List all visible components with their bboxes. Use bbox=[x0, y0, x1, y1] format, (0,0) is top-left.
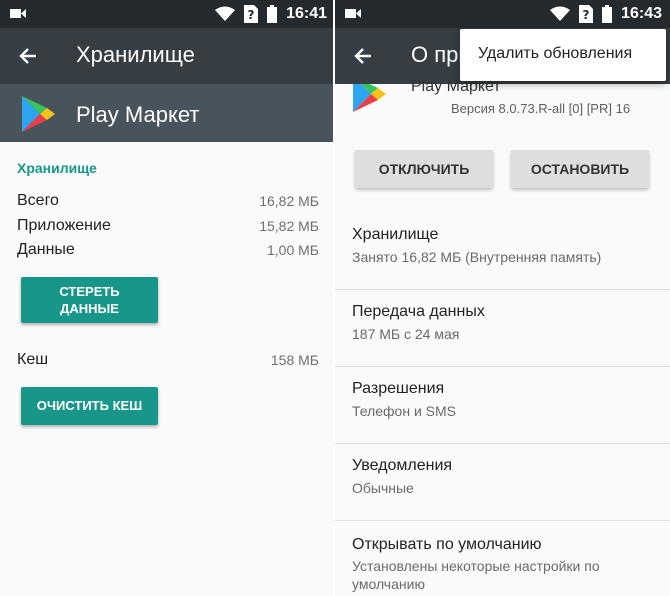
item-title: Открывать по умолчанию bbox=[352, 536, 542, 553]
wifi-icon bbox=[215, 6, 236, 21]
clear-data-button[interactable]: СТЕРЕТЬ ДАННЫЕ bbox=[21, 277, 158, 323]
app-name: Play Маркет bbox=[76, 102, 200, 127]
disable-button[interactable]: ОТКЛЮЧИТЬ bbox=[355, 150, 493, 188]
item-title: Разрешения bbox=[352, 380, 445, 397]
clear-data-label-2: ДАННЫЕ bbox=[60, 301, 119, 316]
item-subtitle: Установлены некоторые настройки по умолч… bbox=[352, 558, 600, 592]
sim-unknown-icon: ? bbox=[579, 5, 594, 23]
battery-icon bbox=[602, 5, 613, 23]
item-title: Передача данных bbox=[352, 303, 485, 320]
status-time: 16:43 bbox=[621, 5, 662, 22]
clear-data-label-1: СТЕРЕТЬ bbox=[59, 284, 120, 299]
item-subtitle: Телефон и SMS bbox=[352, 403, 457, 419]
svg-text:?: ? bbox=[583, 8, 590, 22]
cache-row: Кеш 158 МБ bbox=[17, 351, 319, 373]
storage-row-data: Данные 1,00 МБ bbox=[17, 241, 319, 263]
storage-row-total: Всего 16,82 МБ bbox=[17, 192, 319, 214]
battery-icon bbox=[267, 5, 278, 23]
item-subtitle: Обычные bbox=[352, 480, 414, 496]
storage-screen: ? 16:41 Хранилище Play Маркет Хранилище … bbox=[0, 0, 335, 596]
row-label: Приложение bbox=[17, 217, 111, 234]
app-version: Версия 8.0.73.R-all [0] [PR] 16 bbox=[451, 101, 631, 116]
cache-label: Кеш bbox=[17, 351, 49, 368]
storage-row-app: Приложение 15,82 МБ bbox=[17, 217, 319, 239]
page-title: Хранилище bbox=[76, 42, 195, 67]
app-bar: Хранилище bbox=[0, 28, 335, 84]
video-recording-icon bbox=[345, 9, 361, 18]
overflow-menu: Удалить обновления bbox=[460, 29, 666, 81]
list-item-open-by-default[interactable]: Открывать по умолчанию Установлены некот… bbox=[335, 521, 670, 596]
item-subtitle: 187 МБ с 24 мая bbox=[352, 326, 460, 342]
app-header: Play Маркет bbox=[0, 84, 335, 142]
back-arrow-icon[interactable] bbox=[14, 42, 42, 70]
clear-cache-button[interactable]: ОЧИСТИТЬ КЕШ bbox=[21, 387, 158, 425]
play-market-logo bbox=[351, 84, 387, 114]
force-stop-button[interactable]: ОСТАНОВИТЬ bbox=[511, 150, 649, 188]
list-item-permissions[interactable]: Разрешения Телефон и SMS bbox=[335, 367, 670, 444]
item-title: Уведомления bbox=[352, 457, 453, 474]
play-market-logo-icon bbox=[353, 84, 386, 112]
app-info-screen: ? 16:43 О при Play Маркет Версия 8.0.73.… bbox=[335, 0, 670, 596]
list-item-storage[interactable]: Хранилище Занято 16,82 МБ (Внутренняя па… bbox=[335, 213, 670, 290]
wifi-icon bbox=[550, 6, 571, 21]
app-header: Play Маркет Версия 8.0.73.R-all [0] [PR]… bbox=[335, 78, 670, 142]
status-bar: ? 16:41 bbox=[0, 0, 335, 28]
row-label: Данные bbox=[17, 241, 75, 258]
status-time: 16:41 bbox=[286, 5, 327, 22]
list-item-notifications[interactable]: Уведомления Обычные bbox=[335, 444, 670, 521]
row-value: 15,82 МБ bbox=[259, 218, 319, 234]
status-bar: ? 16:43 bbox=[335, 0, 670, 28]
item-title: Хранилище bbox=[352, 226, 439, 243]
item-subtitle: Занято 16,82 МБ (Внутренняя память) bbox=[352, 249, 602, 265]
menu-item-uninstall-updates[interactable]: Удалить обновления bbox=[478, 45, 632, 63]
row-label: Всего bbox=[17, 192, 59, 209]
row-value: 16,82 МБ bbox=[259, 193, 319, 209]
play-market-logo-icon bbox=[22, 96, 55, 132]
video-recording-icon bbox=[10, 9, 26, 18]
svg-text:?: ? bbox=[248, 8, 255, 22]
sim-unknown-icon: ? bbox=[244, 5, 259, 23]
storage-section-title: Хранилище bbox=[17, 160, 97, 176]
cache-value: 158 МБ bbox=[270, 352, 319, 368]
row-value: 1,00 МБ bbox=[267, 242, 319, 258]
list-item-data-usage[interactable]: Передача данных 187 МБ с 24 мая bbox=[335, 290, 670, 367]
back-arrow-icon[interactable] bbox=[349, 42, 377, 70]
